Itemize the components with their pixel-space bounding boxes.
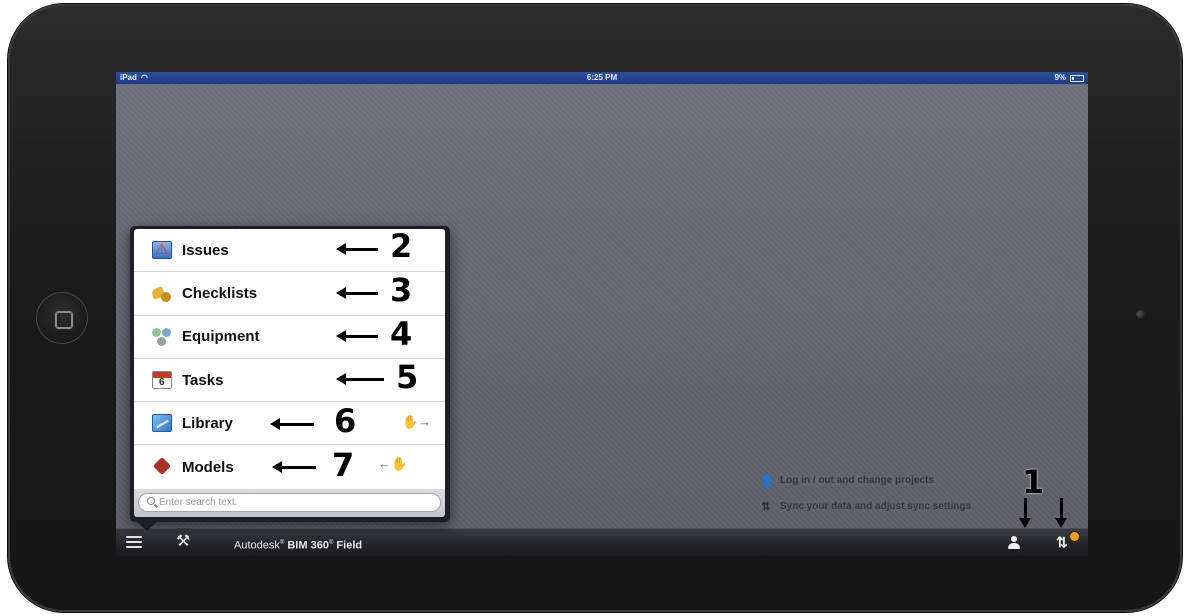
models-icon	[152, 457, 172, 475]
checklists-icon	[152, 284, 172, 303]
home-button[interactable]	[36, 292, 88, 344]
user-icon: 👤	[760, 475, 774, 487]
issues-icon	[152, 241, 172, 259]
annotation-number: 7	[332, 446, 355, 484]
user-button[interactable]	[1006, 535, 1022, 551]
equipment-icon	[152, 327, 172, 346]
tools-icon[interactable]: ⚒	[176, 533, 190, 551]
menu-item-label: Tasks	[182, 371, 224, 389]
search-icon	[147, 497, 155, 505]
product-suffix: Field	[336, 539, 363, 552]
annotation-number: 4	[390, 315, 413, 353]
sync-icon: ⇅	[761, 501, 771, 513]
annotation-arrow	[336, 243, 378, 255]
annotation-number-1: 1	[1022, 463, 1045, 501]
product-name: BIM 360	[287, 539, 329, 552]
battery-icon	[1070, 74, 1084, 82]
annotation-arrow	[336, 287, 378, 299]
battery-percent: 9%	[1054, 73, 1066, 82]
library-icon	[152, 414, 172, 433]
menu-item-label: Models	[182, 458, 234, 476]
annotation-arrow	[272, 461, 316, 473]
search-input[interactable]: Enter search text.	[138, 493, 441, 512]
tasks-icon	[152, 370, 172, 389]
hint-sync: ⇅ Sync your data and adjust sync setting…	[760, 501, 971, 513]
annotation-arrow	[336, 373, 384, 385]
status-time: 6:25 PM	[586, 73, 618, 82]
hint-login: 👤 Log in / out and change projects	[760, 475, 934, 487]
status-bar: iPad ◠ 6:25 PM 9%	[116, 72, 1088, 84]
hint-sync-text: Sync your data and adjust sync settings	[780, 501, 972, 512]
menu-item-label: Library	[182, 414, 233, 432]
annotation-number: 5	[396, 358, 419, 396]
popover-arrow	[136, 521, 158, 531]
annotation-arrow-down	[1019, 498, 1031, 528]
annotation-number: 6	[334, 402, 357, 440]
annotation-arrow	[336, 330, 378, 342]
search-bar: Enter search text.	[134, 489, 445, 517]
front-camera	[1136, 310, 1145, 319]
app-title: Autodesk® BIM 360® Field	[234, 539, 363, 552]
menu-item-label: Checklists	[182, 284, 258, 302]
annotation-number: 2	[390, 227, 413, 265]
annotation-arrow	[270, 418, 314, 430]
menu-item-label: Equipment	[182, 328, 260, 346]
swipe-left-icon: ←✋	[378, 456, 408, 471]
annotation-arrow-down	[1055, 498, 1067, 528]
swipe-right-icon: ✋→	[402, 414, 432, 429]
sync-badge	[1070, 532, 1079, 541]
menu-item-label: Issues	[182, 241, 229, 259]
menu-button[interactable]	[126, 536, 142, 550]
bottom-toolbar: ⚒ Autodesk® BIM 360® Field ⇅	[116, 528, 1088, 556]
hint-login-text: Log in / out and change projects	[780, 475, 934, 486]
annotation-number: 3	[390, 271, 413, 309]
sync-button[interactable]: ⇅	[1056, 534, 1068, 550]
brand-name: Autodesk	[234, 539, 280, 552]
